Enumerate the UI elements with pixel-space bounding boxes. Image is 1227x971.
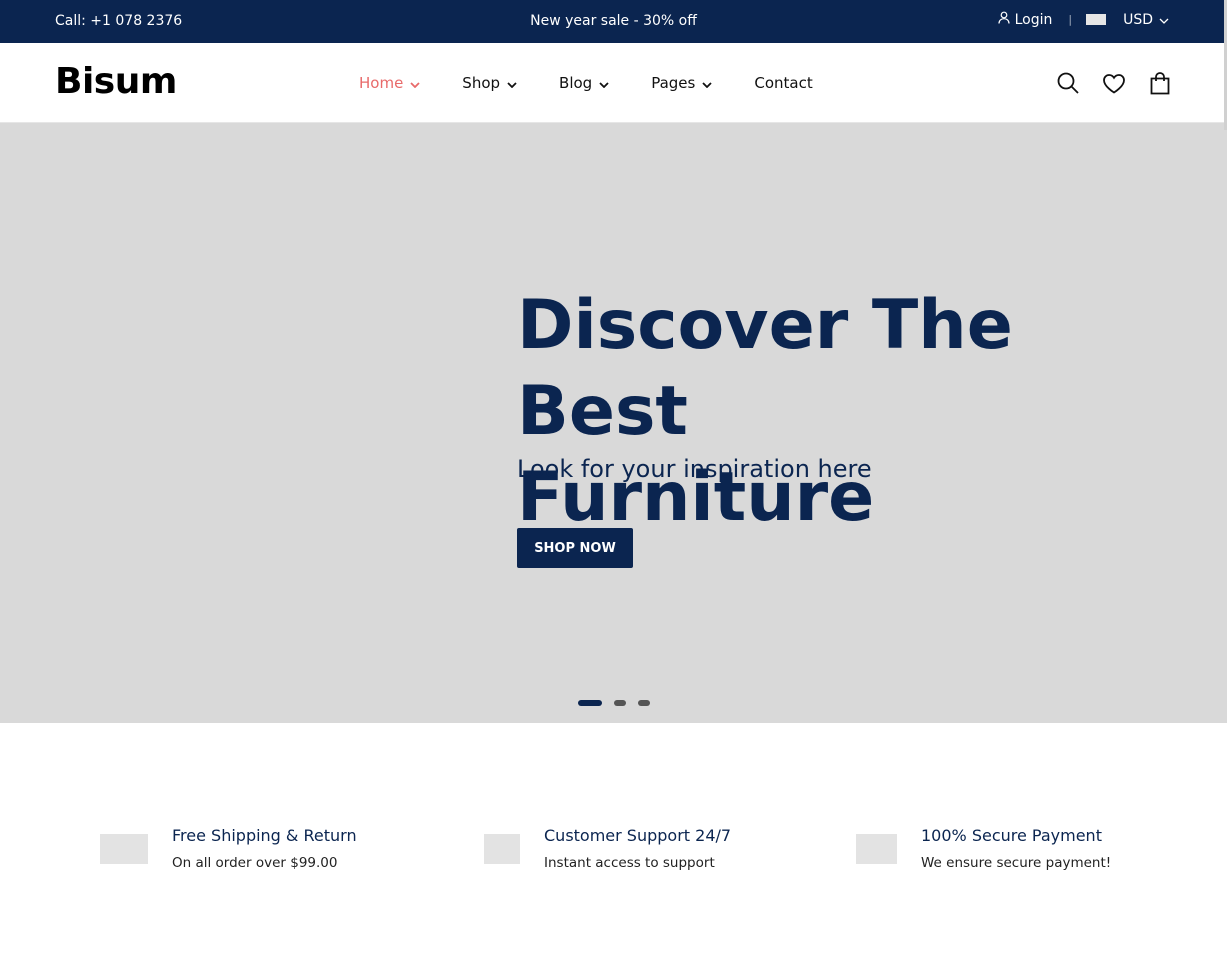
feature-desc: On all order over $99.00 bbox=[172, 855, 338, 871]
feature-support: Customer Support 24/7 Instant access to … bbox=[484, 826, 731, 871]
flag-icon bbox=[1086, 14, 1107, 25]
hero-title: Discover The Best Furniture bbox=[517, 283, 1197, 541]
feature-title: Free Shipping & Return bbox=[172, 826, 357, 845]
slider-dot-1[interactable] bbox=[578, 700, 602, 706]
nav-item-shop[interactable]: Shop bbox=[462, 74, 517, 92]
bag-icon[interactable] bbox=[1148, 70, 1172, 96]
heart-icon[interactable] bbox=[1102, 70, 1126, 96]
support-icon bbox=[484, 834, 520, 864]
currency-label: USD bbox=[1123, 11, 1153, 28]
user-icon bbox=[997, 11, 1010, 28]
shop-now-button[interactable]: SHOP NOW bbox=[517, 528, 633, 568]
slider-dot-2[interactable] bbox=[614, 700, 626, 706]
slider-pagination bbox=[578, 700, 650, 706]
login-label: Login bbox=[1014, 11, 1053, 28]
nav-item-home[interactable]: Home bbox=[359, 74, 420, 92]
site-logo[interactable]: Bisum bbox=[55, 61, 177, 102]
topbar-right: Login | USD bbox=[997, 11, 1169, 28]
login-link[interactable]: Login bbox=[997, 11, 1053, 28]
feature-title: Customer Support 24/7 bbox=[544, 826, 732, 845]
currency-selector[interactable]: USD bbox=[1086, 12, 1169, 28]
shipping-icon bbox=[100, 834, 148, 864]
feature-desc: Instant access to support bbox=[544, 855, 715, 871]
nav-item-label: Pages bbox=[651, 74, 696, 92]
header-actions bbox=[1056, 70, 1172, 96]
feature-payment: 100% Secure Payment We ensure secure pay… bbox=[856, 826, 1111, 871]
chevron-down-icon bbox=[599, 74, 609, 92]
top-bar: Call: +1 078 2376 New year sale - 30% of… bbox=[0, 0, 1227, 43]
nav-item-pages[interactable]: Pages bbox=[651, 74, 712, 92]
feature-desc: We ensure secure payment! bbox=[921, 855, 1112, 871]
hero-subtitle: Look for your inspiration here bbox=[517, 455, 872, 483]
nav-item-label: Shop bbox=[462, 74, 501, 92]
nav-item-contact[interactable]: Contact bbox=[754, 74, 812, 92]
feature-title: 100% Secure Payment bbox=[921, 826, 1102, 845]
chevron-down-icon bbox=[1159, 12, 1169, 28]
nav-item-blog[interactable]: Blog bbox=[559, 74, 609, 92]
nav-item-label: Blog bbox=[559, 74, 593, 92]
topbar-separator: | bbox=[1068, 13, 1073, 26]
feature-shipping: Free Shipping & Return On all order over… bbox=[100, 826, 357, 871]
payment-icon bbox=[856, 834, 897, 864]
chevron-down-icon bbox=[410, 74, 420, 92]
chevron-down-icon bbox=[702, 74, 712, 92]
hero-title-line-1: Discover The Best bbox=[517, 286, 1013, 451]
main-nav: Home Shop Blog Pages Contact bbox=[359, 74, 813, 92]
nav-item-label: Contact bbox=[754, 74, 813, 92]
main-header: Bisum Home Shop Blog Pages Contact bbox=[0, 43, 1227, 123]
slider-dot-3[interactable] bbox=[638, 700, 650, 706]
chevron-down-icon bbox=[507, 74, 517, 92]
nav-item-label: Home bbox=[359, 74, 404, 92]
search-icon[interactable] bbox=[1056, 70, 1080, 96]
hero-slider: Discover The Best Furniture Look for you… bbox=[0, 123, 1227, 723]
